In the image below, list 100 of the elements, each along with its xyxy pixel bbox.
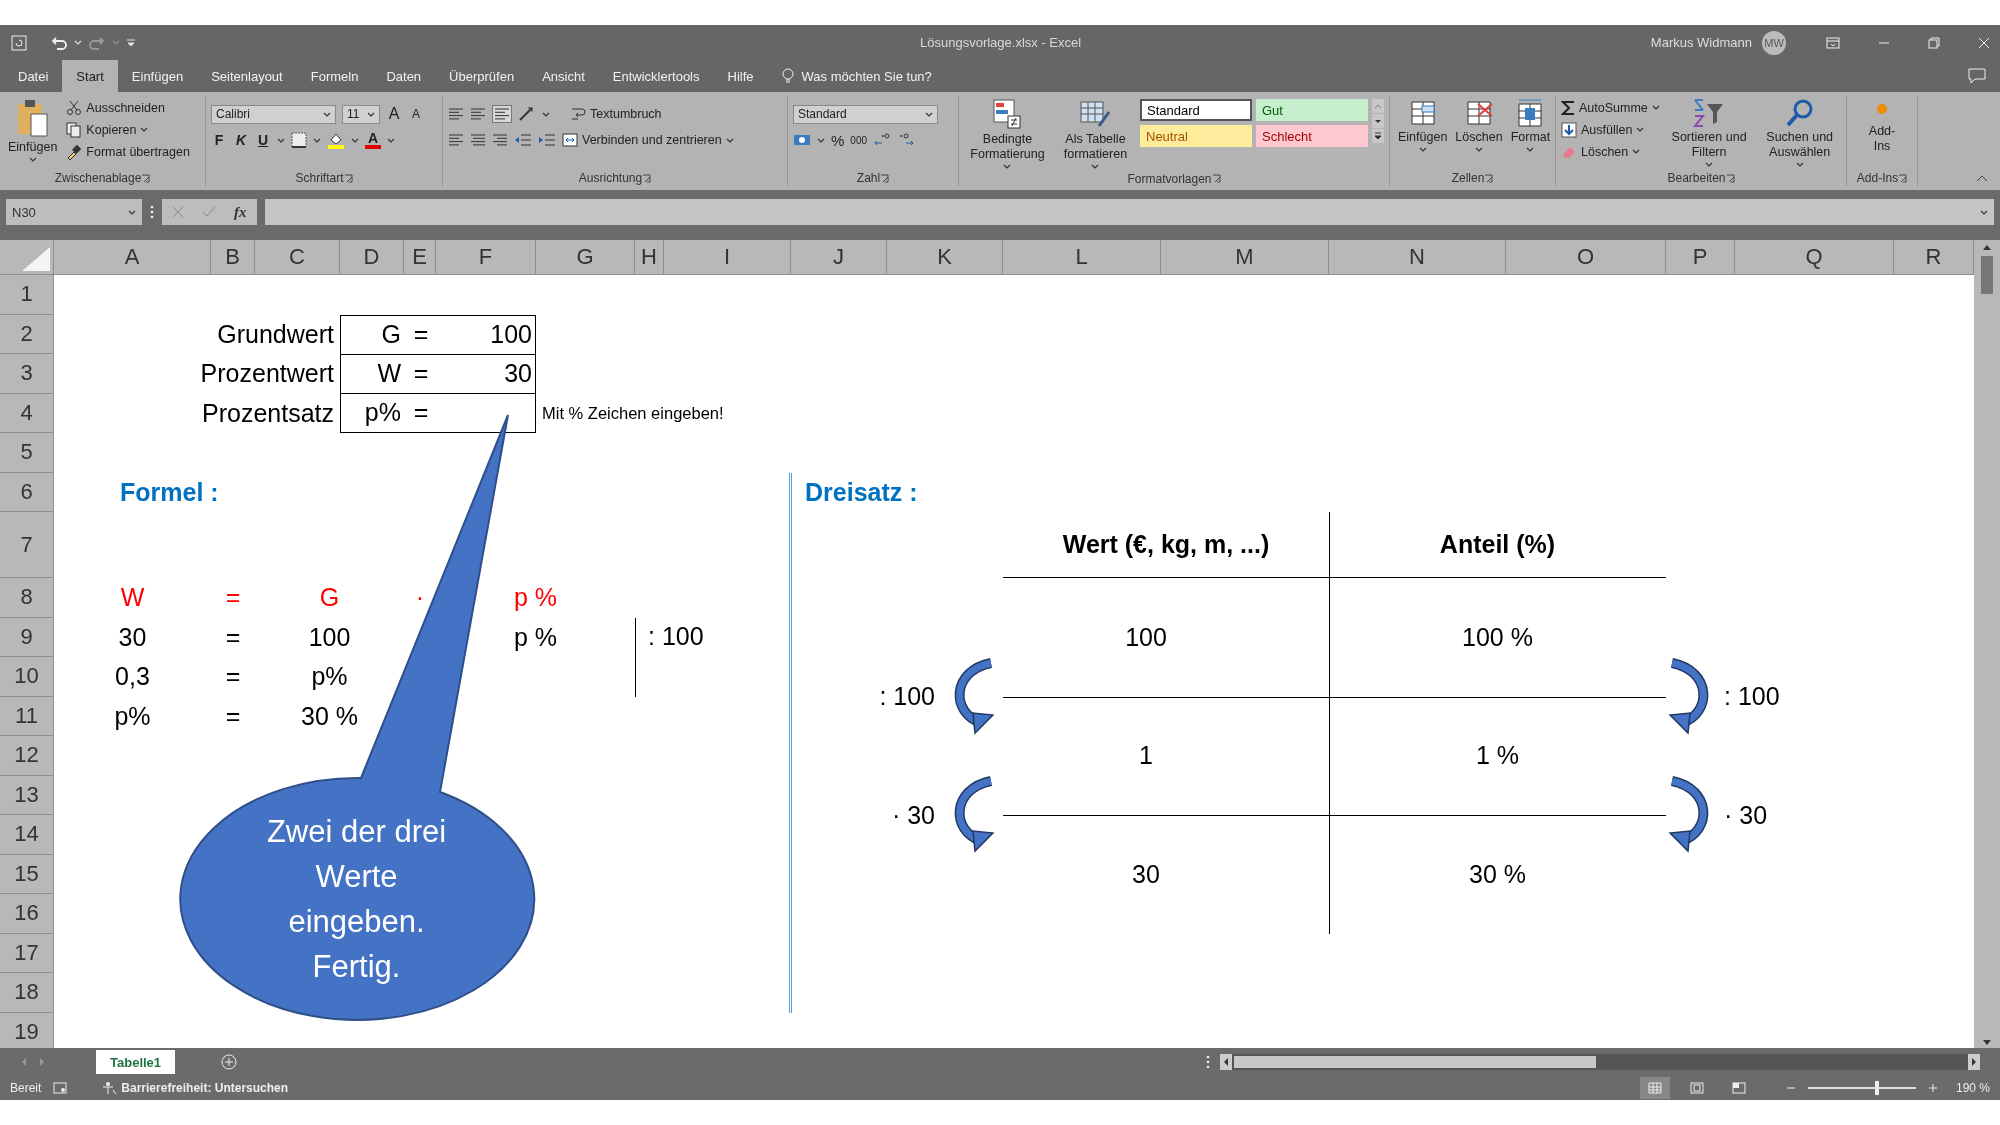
percent-button[interactable]: % [831, 131, 845, 149]
more-icon[interactable] [1206, 1055, 1210, 1069]
column-header[interactable]: H [635, 240, 664, 275]
cells-button[interactable]: Löschen [1452, 96, 1506, 154]
find-select-button[interactable]: Suchen und Auswählen [1758, 96, 1841, 169]
ribbon-tab[interactable]: Formeln [296, 60, 373, 92]
column-header[interactable]: R [1894, 240, 1974, 275]
accessibility-icon[interactable] [101, 1081, 118, 1095]
currency-icon[interactable] [793, 133, 811, 147]
dialog-launcher-icon[interactable] [880, 173, 890, 183]
user-avatar[interactable]: MW [1762, 30, 1786, 55]
row-header[interactable]: 8 [0, 578, 54, 618]
row-header[interactable]: 15 [0, 854, 54, 894]
editing-command[interactable]: Löschen [1561, 142, 1660, 161]
accessibility-status[interactable]: Barrierefreiheit: Untersuchen [121, 1081, 289, 1095]
clipboard-command[interactable]: Ausschneiden [66, 98, 190, 117]
font-color-button[interactable]: A [365, 131, 381, 149]
add-ins-button[interactable]: Add-Ins [1861, 96, 1903, 156]
undo-icon[interactable] [50, 35, 68, 50]
dialog-launcher-icon[interactable] [1484, 173, 1494, 183]
dialog-launcher-icon[interactable] [1211, 174, 1221, 183]
editing-command[interactable]: AutoSumme [1561, 98, 1660, 117]
row-header[interactable]: 17 [0, 933, 54, 973]
row-header[interactable]: 10 [0, 657, 54, 697]
merge-center-button[interactable]: Verbinden und zentrieren [562, 130, 734, 150]
row-header[interactable]: 12 [0, 736, 54, 776]
column-header[interactable]: E [404, 240, 436, 275]
ribbon-tab[interactable]: Entwicklertools [598, 60, 714, 92]
font-style-button[interactable]: K [233, 132, 249, 148]
align-center-icon[interactable] [470, 133, 486, 147]
dialog-launcher-icon[interactable] [1725, 173, 1735, 183]
dialog-launcher-icon[interactable] [343, 173, 353, 183]
outdent-icon[interactable] [514, 133, 532, 147]
dialog-launcher-icon[interactable] [642, 173, 652, 183]
indent-icon[interactable] [538, 133, 556, 147]
row-header[interactable]: 3 [0, 354, 54, 394]
cells-button[interactable]: Einfügen [1395, 96, 1451, 154]
restore-icon[interactable] [1928, 36, 1940, 49]
customize-icon[interactable] [126, 38, 136, 47]
row-header[interactable]: 7 [0, 512, 54, 578]
cell-style[interactable]: Schlecht [1256, 125, 1368, 147]
row-header[interactable]: 5 [0, 433, 54, 473]
sheet-tab[interactable]: Tabelle1 [96, 1050, 176, 1074]
increase-decimal-icon[interactable] [873, 132, 892, 148]
column-header[interactable]: O [1506, 240, 1666, 275]
column-header[interactable]: L [1003, 240, 1161, 275]
comment-icon[interactable] [1968, 68, 1986, 84]
fill-color-icon[interactable] [327, 131, 345, 149]
column-header[interactable]: G [536, 240, 635, 275]
normal-view-button[interactable] [1639, 1077, 1670, 1099]
row-header[interactable]: 2 [0, 314, 54, 354]
more-icon[interactable] [150, 205, 154, 219]
column-header[interactable]: N [1329, 240, 1506, 275]
grow-font-button[interactable]: A [386, 105, 402, 123]
ribbon-tab[interactable]: Start [62, 60, 118, 92]
cell-style[interactable]: Gut [1256, 99, 1368, 121]
horizontal-scrollbar[interactable] [1220, 1054, 1980, 1070]
conditional-formatting-button[interactable]: Bedingte Formatierung [964, 96, 1051, 171]
editing-command[interactable]: Ausfüllen [1561, 120, 1660, 139]
cell-style[interactable]: Neutral [1140, 125, 1252, 147]
thousands-button[interactable]: 000 [850, 134, 868, 146]
row-header[interactable]: 6 [0, 472, 54, 512]
close-icon[interactable] [1978, 36, 1990, 49]
row-header[interactable]: 18 [0, 973, 54, 1013]
scrollbar-thumb[interactable] [1981, 256, 1993, 294]
column-header[interactable]: M [1161, 240, 1329, 275]
insert-function-button[interactable]: fx [234, 203, 247, 221]
align-top-icon[interactable] [448, 107, 464, 121]
column-header[interactable]: A [54, 240, 211, 275]
row-header[interactable]: 13 [0, 775, 54, 815]
name-box[interactable]: N30 [6, 199, 142, 225]
font-style-button[interactable]: U [255, 132, 271, 148]
row-header[interactable]: 4 [0, 393, 54, 433]
column-header[interactable]: I [664, 240, 791, 275]
orientation-icon[interactable] [518, 106, 536, 122]
column-header[interactable]: D [340, 240, 404, 275]
ribbon-display-icon[interactable] [1826, 36, 1840, 49]
ribbon-tab[interactable]: Daten [372, 60, 436, 92]
ribbon-tab[interactable]: Hilfe [713, 60, 768, 92]
font-select[interactable]: Calibri [211, 104, 336, 124]
ribbon-tab[interactable]: Einfügen [117, 60, 198, 92]
formula-input[interactable] [264, 199, 1994, 225]
check-icon[interactable] [202, 206, 216, 218]
dialog-launcher-icon[interactable] [1898, 173, 1908, 183]
row-header[interactable]: 14 [0, 815, 54, 855]
column-header[interactable]: B [211, 240, 255, 275]
cells-button[interactable]: Format [1507, 96, 1554, 154]
row-header[interactable]: 19 [0, 1012, 54, 1048]
ribbon-tab[interactable]: Überprüfen [435, 60, 529, 92]
zoom-in-icon[interactable] [1927, 1083, 1938, 1093]
scroll-down-icon[interactable] [1372, 114, 1384, 128]
sort-filter-button[interactable]: Sortieren und Filtern [1667, 96, 1751, 169]
dialog-launcher-icon[interactable] [141, 173, 151, 183]
clipboard-command[interactable]: Kopieren [66, 120, 190, 139]
scroll-right-icon[interactable] [1968, 1054, 1980, 1070]
column-header[interactable]: K [887, 240, 1003, 275]
ribbon-tab[interactable]: Datei [4, 60, 63, 92]
column-header[interactable]: Q [1735, 240, 1894, 275]
align-middle-icon[interactable] [470, 107, 486, 121]
align-left-icon[interactable] [448, 133, 464, 147]
